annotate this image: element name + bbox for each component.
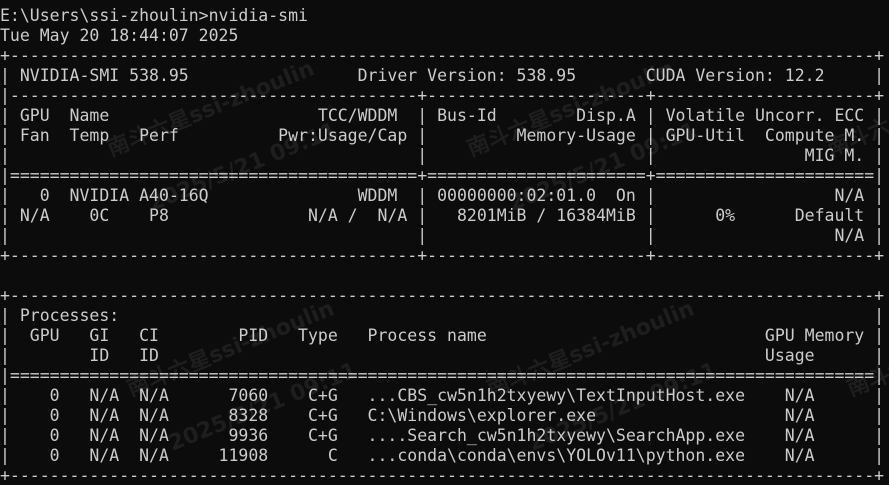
terminal-output[interactable]: E:\Users\ssi-zhoulin>nvidia-smi Tue May 2… — [0, 6, 884, 485]
terminal-line: | | | MIG M. | — [0, 146, 885, 165]
terminal-line: |---------------------------------------… — [0, 86, 885, 105]
terminal-line: | 0 N/A N/A 9936 C+G ....Search_cw5n1h2t… — [0, 426, 885, 445]
terminal-line: |=======================================… — [0, 366, 885, 385]
terminal-line: | N/A 0C P8 N/A / N/A | 8201MiB / 16384M… — [0, 206, 885, 225]
terminal-line: | Processes: | — [0, 306, 885, 325]
terminal-line: | GPU GI CI PID Type Process name GPU Me… — [0, 326, 885, 345]
terminal-line: | | | N/A | — [0, 226, 885, 245]
terminal-line: +---------------------------------------… — [0, 466, 885, 485]
terminal-line: E:\Users\ssi-zhoulin>nvidia-smi — [0, 6, 308, 25]
terminal-line: | ID ID Usage | — [0, 346, 885, 365]
terminal-line: | NVIDIA-SMI 538.95 Driver Version: 538.… — [0, 66, 885, 85]
terminal-line: | 0 NVIDIA A40-16Q WDDM | 00000000:02:01… — [0, 186, 885, 205]
terminal-line: | 0 N/A N/A 11908 C ...conda\conda\envs\… — [0, 446, 885, 465]
terminal-line: | 0 N/A N/A 7060 C+G ...CBS_cw5n1h2txyew… — [0, 386, 885, 405]
terminal-line: | Fan Temp Perf Pwr:Usage/Cap | Memory-U… — [0, 126, 885, 145]
terminal-line: | GPU Name TCC/WDDM | Bus-Id Disp.A | Vo… — [0, 106, 885, 125]
terminal-line: | 0 N/A N/A 8328 C+G C:\Windows\explorer… — [0, 406, 885, 425]
terminal-line: |=======================================… — [0, 166, 885, 185]
terminal-line: +---------------------------------------… — [0, 246, 885, 265]
terminal-line: Tue May 20 18:44:07 2025 — [0, 26, 239, 45]
terminal-window[interactable]: E:\Users\ssi-zhoulin>nvidia-smi Tue May 2… — [0, 0, 889, 485]
terminal-line: +---------------------------------------… — [0, 46, 885, 65]
terminal-line: +---------------------------------------… — [0, 286, 885, 305]
